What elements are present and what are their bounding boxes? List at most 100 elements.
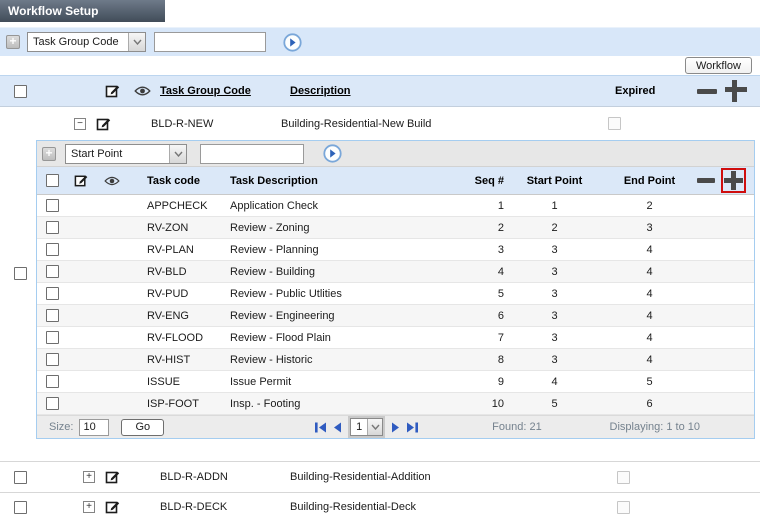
workflow-button[interactable]: Workflow [685,57,752,74]
group-row-checkbox[interactable] [14,267,27,280]
remove-row-icon[interactable] [697,89,717,94]
task-description: Review - Public Utlities [225,288,452,300]
titlebar-row: Workflow Setup [0,0,760,22]
inner-search-field-select[interactable]: Start Point [65,144,187,164]
inner-table-header: Task code Task Description Seq # Start P… [37,167,754,195]
task-code-header: Task code [142,175,225,187]
sort-description[interactable]: Description [286,85,351,97]
task-code: APPCHECK [142,200,225,212]
edit-icon[interactable] [105,83,121,99]
task-start-point: 3 [551,266,557,278]
outer-search-field-select[interactable]: Task Group Code [27,32,146,52]
task-row-checkbox[interactable] [46,265,59,278]
task-row-checkbox[interactable] [46,243,59,256]
task-description: Insp. - Footing [225,398,452,410]
task-description: Application Check [225,200,452,212]
task-code: ISP-FOOT [142,398,225,410]
next-page-icon[interactable] [391,421,401,434]
group-code: BLD-R-ADDN [156,471,286,483]
group-row-checkbox[interactable] [14,501,27,514]
expired-checkbox[interactable] [617,501,630,514]
task-row-checkbox[interactable] [46,221,59,234]
group-description: Building-Residential-Addition [286,471,611,483]
size-label: Size: [49,421,73,433]
group-description: Building-Residential-Deck [286,501,611,513]
task-code: RV-ZON [142,222,225,234]
task-row-checkbox[interactable] [46,287,59,300]
task-seq: 3 [498,244,507,256]
task-row: RV-PUD Review - Public Utlities 5 3 4 [37,283,754,305]
add-task-icon[interactable] [724,171,743,190]
last-page-icon[interactable] [406,421,419,434]
expired-checkbox[interactable] [608,117,621,130]
task-end-point: 4 [646,332,652,344]
task-start-point: 5 [551,398,557,410]
eye-icon[interactable] [134,86,151,96]
group-code: BLD-R-DECK [156,501,286,513]
task-start-point: 3 [551,354,557,366]
inner-search-input[interactable] [200,144,304,164]
page-number: 1 [351,421,367,433]
group-row-checkbox[interactable] [14,471,27,484]
task-description: Review - Planning [225,244,452,256]
task-row-checkbox[interactable] [46,397,59,410]
task-row: RV-BLD Review - Building 4 3 4 [37,261,754,283]
run-search-button[interactable] [283,33,302,52]
task-code: RV-ENG [142,310,225,322]
edit-icon[interactable] [105,499,121,515]
go-button[interactable]: Go [121,419,164,436]
start-point-header: Start Point [527,175,583,187]
task-description: Review - Building [225,266,452,278]
task-start-point: 3 [551,332,557,344]
task-description: Review - Zoning [225,222,452,234]
task-end-point: 6 [646,398,652,410]
chevron-down-icon [367,419,382,435]
group-block-expanded: − BLD-R-NEW Building-Residential-New Bui… [0,107,760,439]
task-row-checkbox[interactable] [46,199,59,212]
edit-icon[interactable] [74,173,89,188]
expand-search-icon[interactable]: + [42,147,56,161]
sort-task-group-code[interactable]: Task Group Code [156,85,251,97]
group-row: + BLD-R-DECK Building-Residential-Deck [0,492,760,521]
task-seq: 6 [498,310,507,322]
expired-checkbox[interactable] [617,471,630,484]
expand-search-icon[interactable]: + [6,35,20,49]
task-code: RV-HIST [142,354,225,366]
task-seq: 7 [498,332,507,344]
task-description: Issue Permit [225,376,452,388]
collapse-icon[interactable]: − [74,118,86,130]
task-row: RV-PLAN Review - Planning 3 3 4 [37,239,754,261]
task-row-checkbox[interactable] [46,309,59,322]
task-row: ISP-FOOT Insp. - Footing 10 5 6 [37,393,754,415]
task-row-checkbox[interactable] [46,331,59,344]
found-count: Found: 21 [492,421,542,433]
task-code: RV-PLAN [142,244,225,256]
expand-icon[interactable]: + [83,471,95,483]
seq-header: Seq # [475,175,507,187]
outer-search-input[interactable] [154,32,266,52]
edit-icon[interactable] [105,469,121,485]
add-row-icon[interactable] [725,80,747,102]
select-all-tasks-checkbox[interactable] [46,174,59,187]
group-row: − BLD-R-NEW Building-Residential-New Bui… [36,107,760,140]
task-end-point: 4 [646,354,652,366]
task-row-checkbox[interactable] [46,353,59,366]
size-input[interactable] [79,419,109,436]
inner-search-bar: + Start Point [37,141,754,167]
task-end-point: 3 [646,222,652,234]
task-row-checkbox[interactable] [46,375,59,388]
remove-task-icon[interactable] [697,178,715,183]
eye-icon[interactable] [104,176,120,186]
edit-icon[interactable] [96,116,112,132]
pagination-bar: Size: Go 1 [37,415,754,438]
page-select[interactable]: 1 [350,418,383,436]
inner-search-field-value: Start Point [66,148,169,160]
prev-page-icon[interactable] [332,421,342,434]
select-all-checkbox[interactable] [14,85,27,98]
task-seq: 9 [498,376,507,388]
expand-icon[interactable]: + [83,501,95,513]
run-search-button[interactable] [323,144,342,163]
first-page-icon[interactable] [314,421,327,434]
task-panel: + Start Point [36,140,755,439]
task-rows: APPCHECK Application Check 1 1 2 RV-ZON … [37,195,754,415]
